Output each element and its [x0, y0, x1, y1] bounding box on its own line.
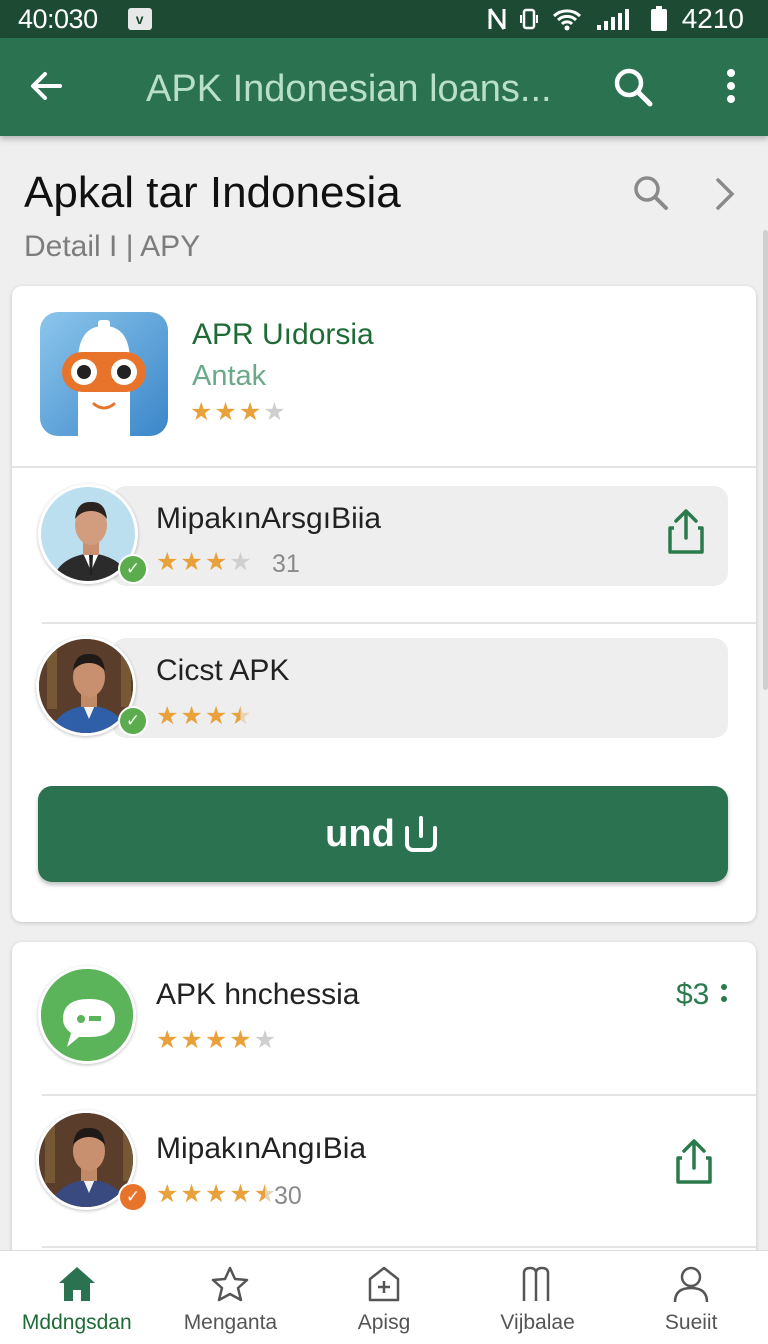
star-icon: ★: [156, 1180, 179, 1208]
app-list-card: APK hnchessia ★ ★ ★ ★ ★ $3 ✓ MipakınAngıBia …: [12, 942, 756, 1282]
verified-icon: ✓: [118, 706, 148, 736]
nav-label: Mddngsdan: [21, 1311, 132, 1334]
star-icon: ★: [263, 398, 286, 426]
page-title: Apkal tar Indonesia: [24, 168, 401, 217]
install-button-label: und: [325, 812, 395, 855]
nav-item-favorites[interactable]: Menganta: [154, 1251, 308, 1344]
app-bar-title: APK Indonesian loans...: [146, 68, 552, 110]
app-logo-icon: [40, 312, 168, 436]
nav-label: Vijbalae: [500, 1311, 575, 1334]
status-time: 40:030: [18, 3, 98, 34]
bottom-navigation: Mddngsdan Menganta Apisg Vijbalae Sueiit: [0, 1250, 768, 1344]
notification-icon: v: [127, 8, 152, 30]
download-icon: [404, 816, 437, 852]
library-icon: [522, 1266, 549, 1301]
divider: [42, 1246, 756, 1248]
price-label[interactable]: $3: [676, 978, 709, 1012]
app-name[interactable]: APR Uıdorsia: [192, 318, 374, 352]
status-bar: 40:030 v 4210: [0, 0, 768, 38]
home-icon: [58, 1267, 95, 1301]
verified-icon: ✓: [118, 1182, 148, 1212]
nav-label: Apisg: [357, 1311, 411, 1334]
star-icon: ★: [156, 702, 179, 730]
install-button[interactable]: und: [38, 786, 728, 882]
more-vertical-icon[interactable]: [716, 66, 746, 108]
app-bar: APK Indonesian loans...: [0, 38, 768, 136]
reviewer-name[interactable]: MipakınArsgıBiia: [156, 502, 381, 536]
reviewer-name[interactable]: Cicst APK: [156, 654, 289, 688]
star-icon: ★: [204, 1026, 228, 1054]
nav-label: Sueiit: [664, 1311, 718, 1334]
page-subtitle: Detail I | APY: [24, 230, 201, 263]
star-icon: [212, 1266, 249, 1302]
search-icon[interactable]: [632, 174, 670, 212]
star-icon: ★: [229, 548, 252, 576]
scrollbar[interactable]: [763, 230, 768, 690]
chat-app-icon[interactable]: [38, 966, 136, 1064]
star-icon: ★: [180, 1180, 203, 1208]
star-icon: ★: [238, 398, 262, 426]
app-rating-stars: ★ ★ ★ ★: [190, 400, 286, 425]
star-icon: ★: [253, 1026, 277, 1054]
bag-icon: [368, 1266, 400, 1302]
divider: [12, 466, 756, 468]
star-half-icon: ★: [229, 702, 252, 730]
star-icon: ★: [156, 548, 179, 576]
nav-item-home[interactable]: Mddngsdan: [0, 1251, 154, 1344]
person-icon: [673, 1266, 709, 1303]
star-icon: ★: [214, 398, 237, 426]
star-icon: ★: [204, 702, 228, 730]
review-rating-stars: ★ ★ ★ ★: [156, 550, 252, 575]
list-app-name[interactable]: MipakınAngıBia: [156, 1132, 366, 1166]
star-icon: ★: [229, 1026, 252, 1054]
star-icon: ★: [180, 548, 203, 576]
battery-icon: [650, 6, 667, 31]
star-half-icon: ★: [253, 1180, 277, 1208]
share-icon[interactable]: [666, 508, 706, 556]
back-arrow-icon[interactable]: [28, 68, 64, 104]
star-icon: ★: [180, 1026, 203, 1054]
review-count: 31: [272, 550, 300, 578]
review-count: 30: [274, 1182, 302, 1210]
nav-item-account[interactable]: Sueiit: [614, 1251, 768, 1344]
search-icon[interactable]: [612, 66, 654, 108]
star-icon: ★: [229, 1180, 252, 1208]
verified-icon: ✓: [118, 554, 148, 584]
star-icon: ★: [204, 1180, 228, 1208]
developer-name[interactable]: Antak: [192, 360, 266, 393]
star-icon: ★: [180, 702, 203, 730]
review-rating-stars: ★ ★ ★ ★: [156, 704, 252, 729]
list-app-name[interactable]: APK hnchessia: [156, 978, 359, 1012]
star-icon: ★: [190, 398, 213, 426]
vibrate-icon: [519, 8, 538, 30]
star-icon: ★: [156, 1026, 179, 1054]
nav-label: Menganta: [183, 1311, 278, 1334]
star-icon: ★: [204, 548, 228, 576]
nfc-icon: [488, 8, 506, 30]
list-rating-stars: ★ ★ ★ ★ ★: [156, 1182, 276, 1207]
divider: [42, 622, 756, 624]
chevron-right-icon[interactable]: [708, 176, 740, 212]
nav-item-apps[interactable]: Apisg: [307, 1251, 461, 1344]
share-icon[interactable]: [674, 1138, 714, 1186]
nav-item-library[interactable]: Vijbalae: [461, 1251, 615, 1344]
more-vertical-icon[interactable]: [718, 982, 730, 1006]
list-rating-stars: ★ ★ ★ ★ ★: [156, 1028, 276, 1053]
signal-icon: [596, 9, 629, 30]
featured-card: APR Uıdorsia Antak ★ ★ ★ ★ ✓ MipakınArsgıBi…: [12, 286, 756, 922]
battery-level: 4210: [681, 3, 744, 34]
wifi-icon: [552, 9, 581, 31]
